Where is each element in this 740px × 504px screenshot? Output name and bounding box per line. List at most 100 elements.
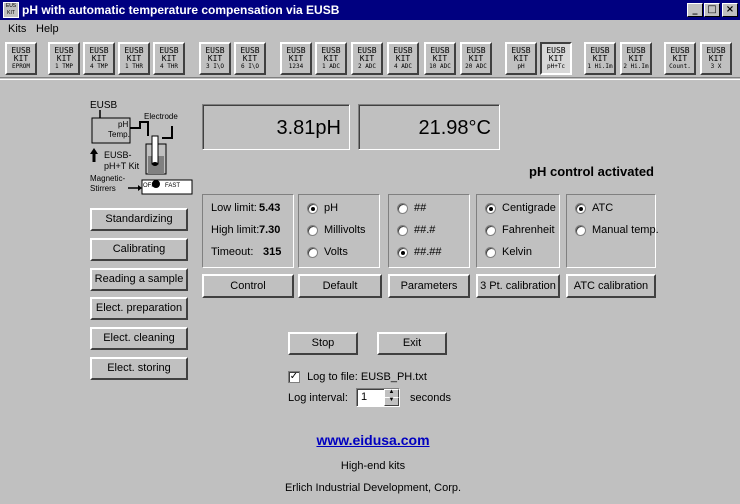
exit-button[interactable]: Exit	[377, 332, 447, 355]
toolbar-button-6io[interactable]: EUSB KIT 6 I\O	[234, 42, 266, 75]
radio-atc[interactable]: ATC	[575, 202, 613, 214]
toolbar-button-10adc[interactable]: EUSB KIT 10 ADC	[424, 42, 456, 75]
toolbar-label: 2 Hi.Im	[623, 63, 649, 70]
toolbar-button-1hiim[interactable]: EUSB KIT 1 Hi.Im	[584, 42, 616, 75]
stop-button[interactable]: Stop	[288, 332, 358, 355]
radio-button[interactable]	[307, 202, 318, 214]
radio-button[interactable]	[575, 202, 586, 214]
app-icon[interactable]: EUS KIT B	[3, 2, 19, 18]
low-limit-value: 5.43	[259, 202, 281, 214]
radio-button[interactable]	[485, 224, 496, 236]
radio-label: Millivolts	[324, 224, 366, 236]
radio-label: Fahrenheit	[502, 224, 555, 236]
diagram-eusb-label: EUSB	[90, 100, 118, 111]
toolbar-button-max1234[interactable]: EUSB KIT 1234	[280, 42, 312, 75]
log-interval-spinner[interactable]: 1 ▲ ▼	[356, 388, 400, 407]
toolbar-button-3x[interactable]: EUSB KIT 3 X	[700, 42, 732, 75]
radio-button[interactable]	[397, 202, 408, 214]
toolbar-label: 6 I\O	[240, 63, 260, 70]
menu-kits[interactable]: Kits	[8, 22, 26, 36]
radio-button[interactable]	[397, 246, 408, 258]
radio-button[interactable]	[307, 224, 318, 236]
radio-millivolts[interactable]: Millivolts	[307, 224, 366, 236]
reading-sample-button[interactable]: Reading a sample	[90, 268, 188, 291]
toolbar-button-4adc[interactable]: EUSB KIT 4 ADC	[387, 42, 419, 75]
radio-button[interactable]	[575, 224, 586, 236]
spin-down-icon[interactable]: ▼	[384, 397, 399, 406]
diagram-ph-label: pH	[118, 120, 129, 129]
radio-kelvin[interactable]: Kelvin	[485, 246, 532, 258]
toolbar-label: KIT	[592, 54, 608, 63]
calibrating-button[interactable]: Calibrating	[90, 238, 188, 261]
toolbar-button-ph-tc[interactable]: EUSB KIT pH+Tc	[540, 42, 572, 75]
toolbar-button-eprom[interactable]: EUSB KIT EPROM	[5, 42, 37, 75]
radio-label: Manual temp.	[592, 224, 659, 236]
radio-label: Centigrade	[502, 202, 556, 214]
toolbar-button-20adc[interactable]: EUSB KIT 20 ADC	[460, 42, 492, 75]
menu-help[interactable]: Help	[36, 22, 59, 36]
radio-ph[interactable]: pH	[307, 202, 338, 214]
default-button[interactable]: Default	[298, 274, 382, 298]
toolbar-button-4thr[interactable]: EUSB KIT 4 THR	[153, 42, 185, 75]
toolbar-label: KIT	[207, 54, 223, 63]
electrode-preparation-button[interactable]: Elect. preparation	[90, 297, 188, 320]
toolbar-label: 2 ADC	[357, 63, 377, 70]
control-button[interactable]: Control	[202, 274, 294, 298]
radio-format-1[interactable]: ##.#	[397, 224, 435, 236]
radio-format-0[interactable]: ##	[397, 202, 426, 214]
radio-label: ##.##	[414, 246, 442, 258]
radio-volts[interactable]: Volts	[307, 246, 348, 258]
toolbar-label: KIT	[359, 54, 375, 63]
toolbar-label: KIT	[468, 54, 484, 63]
toolbar-label: 1 ADC	[321, 63, 341, 70]
website-link[interactable]: www.eidusa.com	[300, 432, 446, 448]
radio-button[interactable]	[397, 224, 408, 236]
log-interval-value[interactable]: 1	[361, 391, 367, 403]
parameters-button[interactable]: Parameters	[388, 274, 470, 298]
toolbar-label: Count.	[669, 63, 691, 70]
status-text: pH control activated	[529, 164, 654, 179]
toolbar-label: KIT	[395, 54, 411, 63]
toolbar-button-1adc[interactable]: EUSB KIT 1 ADC	[315, 42, 347, 75]
minimize-button[interactable]: _	[687, 3, 703, 17]
three-point-calibration-button[interactable]: 3 Pt. calibration	[476, 274, 560, 298]
atc-calibration-button[interactable]: ATC calibration	[566, 274, 656, 298]
radio-button[interactable]	[485, 202, 496, 214]
radio-button[interactable]	[485, 246, 496, 258]
standardizing-button[interactable]: Standardizing	[90, 208, 188, 231]
low-limit-label: Low limit:	[211, 202, 257, 214]
toolbar-label: 10 ADC	[429, 63, 451, 70]
toolbar-button-2hiim[interactable]: EUSB KIT 2 Hi.Im	[620, 42, 652, 75]
toolbar-label: KIT	[628, 54, 644, 63]
toolbar-button-1thr[interactable]: EUSB KIT 1 THR	[118, 42, 150, 75]
maximize-button[interactable]: □	[704, 3, 720, 17]
radio-fahrenheit[interactable]: Fahrenheit	[485, 224, 555, 236]
toolbar-label: 4 ADC	[393, 63, 413, 70]
radio-centigrade[interactable]: Centigrade	[485, 202, 556, 214]
toolbar-label: 3 I\O	[205, 63, 225, 70]
diagram-fast-label: FAST	[165, 183, 181, 189]
title-bar: EUS KIT B pH with automatic temperature …	[0, 0, 740, 20]
toolbar-button-3io[interactable]: EUSB KIT 3 I\O	[199, 42, 231, 75]
atc-group: ATC Manual temp.	[566, 194, 659, 268]
high-limit-value: 7.30	[259, 224, 281, 236]
toolbar-button-4tmp[interactable]: EUSB KIT 4 TMP	[83, 42, 115, 75]
diagram-stirrer-label: Stirrers	[90, 184, 116, 193]
toolbar-button-1tmp[interactable]: EUSB KIT 1 TMP	[48, 42, 80, 75]
radio-manual-temp[interactable]: Manual temp.	[575, 224, 659, 236]
radio-label: Volts	[324, 246, 348, 258]
radio-format-2[interactable]: ##.##	[397, 246, 442, 258]
close-button[interactable]: ×	[722, 3, 738, 17]
toolbar-button-ph[interactable]: EUSB KIT pH	[505, 42, 537, 75]
radio-label: Kelvin	[502, 246, 532, 258]
toolbar-button-count[interactable]: EUSB KIT Count.	[664, 42, 696, 75]
electrode-storing-button[interactable]: Elect. storing	[90, 357, 188, 380]
radio-label: ATC	[592, 202, 614, 214]
toolbar-button-2adc[interactable]: EUSB KIT 2 ADC	[351, 42, 383, 75]
diagram-kit-label: EUSB-	[104, 150, 132, 160]
toolbar-label: KIT	[13, 54, 29, 63]
tagline: High-end kits	[340, 460, 406, 472]
electrode-cleaning-button[interactable]: Elect. cleaning	[90, 327, 188, 350]
radio-button[interactable]	[307, 246, 318, 258]
log-to-file-checkbox[interactable]: ✓	[288, 371, 300, 384]
